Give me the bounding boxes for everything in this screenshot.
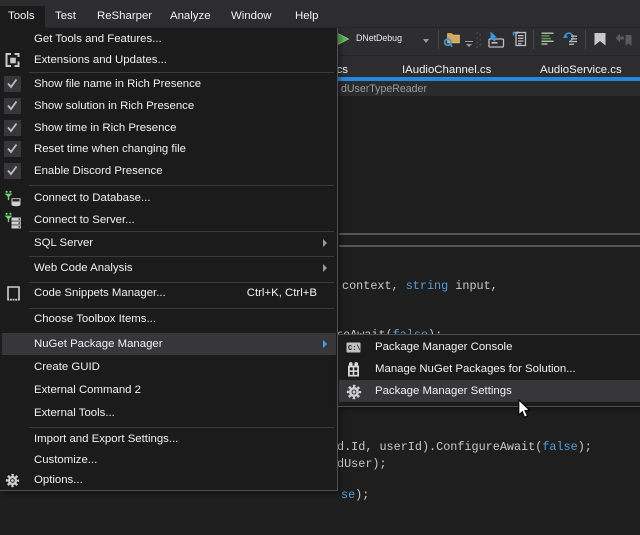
svg-text:C:\: C:\ [348, 345, 361, 353]
